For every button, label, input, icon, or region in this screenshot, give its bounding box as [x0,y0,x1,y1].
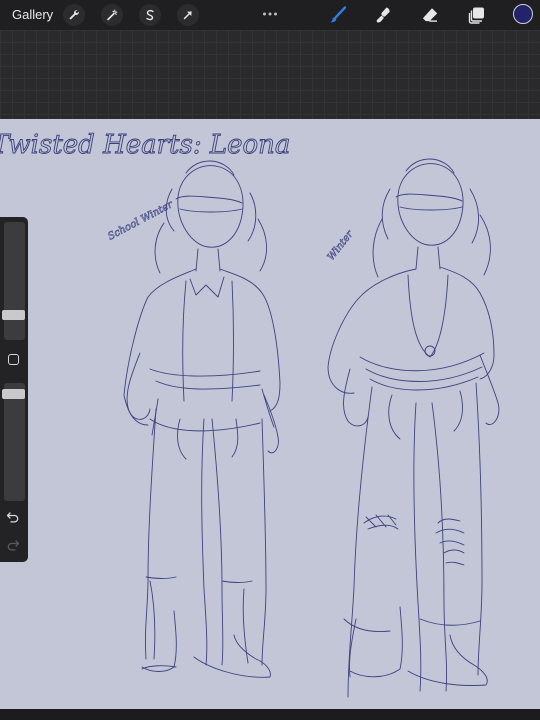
opacity-slider-handle[interactable] [2,389,25,399]
undo-icon[interactable] [6,511,20,525]
more-options-icon[interactable] [262,4,278,22]
workspace-background [0,30,540,119]
drawing-canvas[interactable]: Twisted Hearts: Leona School Winter Wint… [0,119,540,709]
figure-left [123,160,281,678]
redo-icon[interactable] [6,539,20,553]
sketch-title: Twisted Hearts: Leona [0,130,290,160]
eraser-icon[interactable] [419,5,441,25]
top-toolbar: Gallery [0,0,540,30]
opacity-slider[interactable] [2,383,25,501]
brush-size-slider[interactable] [2,222,25,340]
brush-icon[interactable] [327,5,349,25]
bottom-bar [0,709,540,720]
transform-arrow-icon[interactable] [177,4,199,26]
label-winter: Winter [326,228,357,263]
sketch-artwork: Twisted Hearts: Leona School Winter Wint… [0,130,500,698]
modify-button[interactable] [8,354,19,365]
figure-right [327,158,500,698]
gallery-button[interactable]: Gallery [12,7,53,22]
layers-icon[interactable] [466,5,488,25]
smudge-icon[interactable] [372,5,394,25]
magic-wand-icon[interactable] [101,4,123,26]
selection-icon[interactable] [139,4,161,26]
color-picker-button[interactable] [513,4,533,24]
wrench-icon[interactable] [63,4,85,26]
label-school-winter: School Winter [106,199,176,243]
brush-size-slider-handle[interactable] [2,310,25,320]
left-sidebar [0,217,28,562]
